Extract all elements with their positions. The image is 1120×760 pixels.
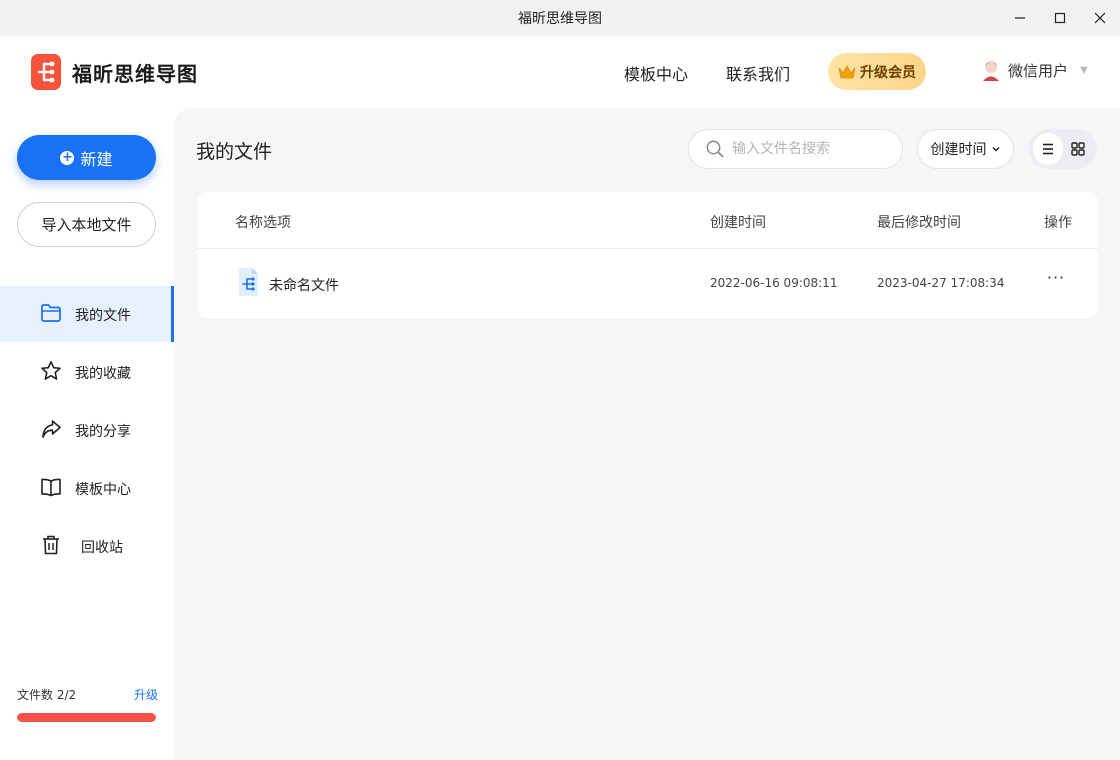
mindmap-file-icon xyxy=(239,268,258,296)
upgrade-vip-label: 升级会员 xyxy=(860,64,916,81)
file-quota-bar xyxy=(17,713,156,722)
sidebar-item-label: 我的分享 xyxy=(75,424,131,440)
more-options-button[interactable]: ··· xyxy=(1043,270,1069,286)
page-title: 我的文件 xyxy=(196,141,273,163)
sort-dropdown[interactable]: 创建时间 xyxy=(917,129,1014,169)
sort-label: 创建时间 xyxy=(930,142,987,158)
column-header-modified[interactable]: 最后修改时间 xyxy=(877,212,961,232)
nav-templates-link[interactable]: 模板中心 xyxy=(624,61,688,85)
sidebar-item-templates[interactable]: 模板中心 xyxy=(0,460,174,516)
user-menu[interactable]: 微信用户 ▼ xyxy=(980,58,1088,82)
minimize-icon xyxy=(1015,17,1025,19)
grid-icon xyxy=(1071,142,1085,156)
crown-icon xyxy=(838,64,856,78)
column-header-created[interactable]: 创建时间 xyxy=(710,212,766,232)
minimize-button[interactable] xyxy=(1000,0,1040,36)
window-controls xyxy=(1000,0,1120,36)
star-icon xyxy=(41,361,61,380)
file-created-time: 2022-06-16 09:08:11 xyxy=(710,276,838,290)
grid-view-button[interactable] xyxy=(1063,133,1093,165)
import-local-file-button[interactable]: 导入本地文件 xyxy=(17,202,156,247)
sidebar-item-trash[interactable]: 回收站 xyxy=(0,518,174,574)
book-icon xyxy=(41,478,61,497)
view-toggle xyxy=(1029,129,1097,169)
column-header-actions: 操作 xyxy=(1044,215,1072,231)
app-header: 福昕思维导图 模板中心 联系我们 升级会员 微信用户 ▼ xyxy=(0,36,1120,108)
avatar xyxy=(983,61,999,81)
sidebar-item-favorites[interactable]: 我的收藏 xyxy=(0,344,174,400)
upgrade-vip-button[interactable]: 升级会员 xyxy=(828,53,926,90)
maximize-icon xyxy=(1054,12,1066,24)
new-button[interactable]: + 新建 xyxy=(17,135,156,180)
sidebar-item-my-files[interactable]: 我的文件 xyxy=(0,286,174,342)
list-view-button[interactable] xyxy=(1033,133,1063,165)
upgrade-link[interactable]: 升级 xyxy=(134,686,158,703)
sidebar-item-shares[interactable]: 我的分享 xyxy=(0,402,174,458)
file-count: 文件数 2/2 xyxy=(17,688,77,702)
trash-icon xyxy=(43,535,59,555)
new-button-label: 新建 xyxy=(80,149,113,169)
app-name: 福昕思维导图 xyxy=(72,62,198,86)
column-header-name[interactable]: 名称选项 xyxy=(235,212,291,232)
share-icon xyxy=(42,420,61,438)
search-box[interactable] xyxy=(688,129,903,169)
file-modified-time: 2023-04-27 17:08:34 xyxy=(877,276,1005,290)
close-icon xyxy=(1094,12,1106,24)
close-button[interactable] xyxy=(1080,0,1120,36)
plus-icon: + xyxy=(60,149,75,165)
main-content: 我的文件 创建时间 xyxy=(174,108,1120,760)
nav-contact-link[interactable]: 联系我们 xyxy=(726,61,790,85)
sidebar: + 新建 导入本地文件 我的文件 我的收藏 我的分享 模板中心 回收站 文件数 … xyxy=(0,108,174,760)
search-input[interactable] xyxy=(732,141,882,157)
folder-icon xyxy=(41,304,61,322)
caret-down-icon: ▼ xyxy=(1080,64,1088,76)
app-logo-icon xyxy=(31,54,61,90)
sidebar-item-label: 我的文件 xyxy=(75,308,131,324)
file-quota-fill xyxy=(17,713,156,722)
file-name: 未命名文件 xyxy=(269,278,339,294)
sidebar-item-label: 我的收藏 xyxy=(75,366,131,382)
sidebar-item-label: 模板中心 xyxy=(75,482,131,498)
title-bar: 福昕思维导图 xyxy=(0,0,1120,36)
sidebar-item-label: 回收站 xyxy=(81,540,123,556)
maximize-button[interactable] xyxy=(1040,0,1080,36)
user-name: 微信用户 xyxy=(1008,61,1069,80)
search-icon xyxy=(706,140,724,158)
file-list: 名称选项 创建时间 最后修改时间 操作 未命名文件 2022-06-16 09:… xyxy=(197,192,1098,318)
list-icon xyxy=(1043,143,1053,155)
chevron-down-icon xyxy=(991,146,1000,152)
window-title: 福昕思维导图 xyxy=(518,11,602,27)
table-row[interactable]: 未命名文件 2022-06-16 09:08:11 2023-04-27 17:… xyxy=(197,249,1098,318)
